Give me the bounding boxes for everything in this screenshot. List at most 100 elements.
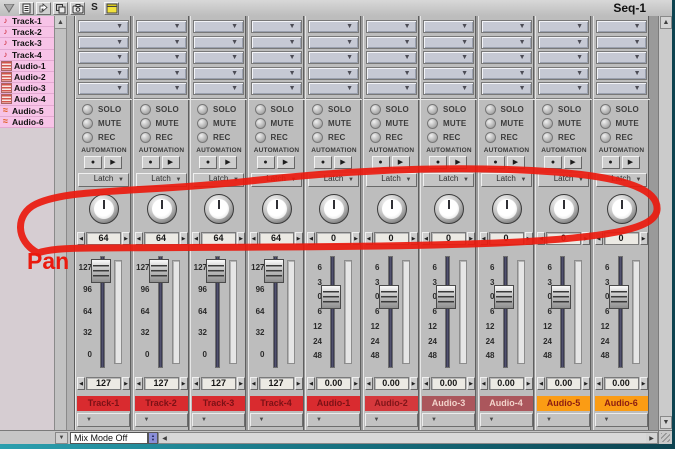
- insert-slot-dropdown[interactable]: ▼: [251, 51, 302, 64]
- mute-button[interactable]: [140, 118, 151, 129]
- mute-button[interactable]: [255, 118, 266, 129]
- pan-value[interactable]: 0: [489, 232, 524, 245]
- pan-knob[interactable]: [549, 194, 579, 224]
- volume-increment-icon[interactable]: ▶: [525, 377, 533, 390]
- automation-write-button[interactable]: ●: [487, 156, 505, 169]
- insert-slot-dropdown[interactable]: ▼: [596, 36, 647, 49]
- automation-read-button[interactable]: ▶: [507, 156, 525, 169]
- strip-track-name[interactable]: Audio-4: [480, 396, 533, 411]
- pan-value[interactable]: 64: [86, 232, 121, 245]
- document-icon[interactable]: [19, 2, 34, 15]
- insert-slot-dropdown[interactable]: ▼: [136, 67, 187, 80]
- pan-value[interactable]: 64: [201, 232, 236, 245]
- insert-slot-dropdown[interactable]: ▼: [78, 51, 129, 64]
- sidebar-track-item[interactable]: ≈ Audio-5: [0, 106, 54, 117]
- output-dropdown[interactable]: ▼: [480, 413, 533, 427]
- insert-slot-dropdown[interactable]: ▼: [136, 36, 187, 49]
- volume-value[interactable]: 127: [86, 377, 121, 390]
- sidebar-track-item[interactable]: Audio-2: [0, 72, 54, 83]
- insert-slot-dropdown[interactable]: ▼: [366, 82, 417, 95]
- volume-value[interactable]: 127: [144, 377, 179, 390]
- mute-button[interactable]: [427, 118, 438, 129]
- rec-button[interactable]: [542, 132, 553, 143]
- automation-read-button[interactable]: ▶: [334, 156, 352, 169]
- insert-slot-dropdown[interactable]: ▼: [78, 36, 129, 49]
- pan-increment-icon[interactable]: ▶: [352, 232, 360, 245]
- fader-handle[interactable]: [321, 285, 341, 309]
- automation-write-button[interactable]: ●: [257, 156, 275, 169]
- insert-slot-dropdown[interactable]: ▼: [308, 36, 359, 49]
- volume-increment-icon[interactable]: ▶: [410, 377, 418, 390]
- snap-button[interactable]: S: [87, 2, 102, 15]
- output-dropdown[interactable]: ▼: [365, 413, 418, 427]
- volume-decrement-icon[interactable]: ◀: [422, 377, 430, 390]
- insert-slot-dropdown[interactable]: ▼: [481, 67, 532, 80]
- output-dropdown[interactable]: ▼: [135, 413, 188, 427]
- fader-track[interactable]: [445, 256, 450, 368]
- automation-read-button[interactable]: ▶: [392, 156, 410, 169]
- sidebar-track-item[interactable]: ♪ Track-1: [0, 16, 54, 27]
- volume-decrement-icon[interactable]: ◀: [307, 377, 315, 390]
- automation-mode-dropdown[interactable]: Latch ▼: [538, 173, 589, 187]
- pan-decrement-icon[interactable]: ◀: [365, 232, 373, 245]
- automation-write-button[interactable]: ●: [602, 156, 620, 169]
- output-dropdown[interactable]: ▼: [192, 413, 245, 427]
- volume-value[interactable]: 0.00: [316, 377, 351, 390]
- fader-track[interactable]: [618, 256, 623, 368]
- volume-increment-icon[interactable]: ▶: [237, 377, 245, 390]
- volume-value[interactable]: 127: [201, 377, 236, 390]
- fader-track[interactable]: [388, 256, 393, 368]
- sidebar-track-item[interactable]: ♪ Track-2: [0, 27, 54, 38]
- rec-button[interactable]: [82, 132, 93, 143]
- output-dropdown[interactable]: ▼: [307, 413, 360, 427]
- pan-increment-icon[interactable]: ▶: [180, 232, 188, 245]
- automation-mode-dropdown[interactable]: Latch ▼: [366, 173, 417, 187]
- solo-button[interactable]: [370, 104, 381, 115]
- pan-decrement-icon[interactable]: ◀: [537, 232, 545, 245]
- volume-value[interactable]: 0.00: [431, 377, 466, 390]
- pan-knob[interactable]: [377, 194, 407, 224]
- insert-slot-dropdown[interactable]: ▼: [78, 67, 129, 80]
- pan-knob[interactable]: [262, 194, 292, 224]
- volume-increment-icon[interactable]: ▶: [122, 377, 130, 390]
- automation-write-button[interactable]: ●: [544, 156, 562, 169]
- insert-slot-dropdown[interactable]: ▼: [193, 20, 244, 33]
- insert-slot-dropdown[interactable]: ▼: [136, 51, 187, 64]
- insert-slot-dropdown[interactable]: ▼: [193, 82, 244, 95]
- pan-value[interactable]: 64: [144, 232, 179, 245]
- rec-button[interactable]: [140, 132, 151, 143]
- sidebar-track-item[interactable]: ≈ Audio-6: [0, 117, 54, 128]
- mute-button[interactable]: [600, 118, 611, 129]
- insert-slot-dropdown[interactable]: ▼: [251, 67, 302, 80]
- insert-slot-dropdown[interactable]: ▼: [193, 51, 244, 64]
- fader-handle[interactable]: [551, 285, 571, 309]
- volume-decrement-icon[interactable]: ◀: [192, 377, 200, 390]
- volume-decrement-icon[interactable]: ◀: [537, 377, 545, 390]
- pan-decrement-icon[interactable]: ◀: [250, 232, 258, 245]
- automation-read-button[interactable]: ▶: [622, 156, 640, 169]
- insert-slot-dropdown[interactable]: ▼: [251, 82, 302, 95]
- fader-track[interactable]: [560, 256, 565, 368]
- pan-knob[interactable]: [434, 194, 464, 224]
- strip-track-name[interactable]: Track-4: [250, 396, 303, 411]
- volume-value[interactable]: 0.00: [374, 377, 409, 390]
- pan-value[interactable]: 0: [374, 232, 409, 245]
- automation-write-button[interactable]: ●: [314, 156, 332, 169]
- volume-increment-icon[interactable]: ▶: [352, 377, 360, 390]
- rec-button[interactable]: [427, 132, 438, 143]
- volume-increment-icon[interactable]: ▶: [582, 377, 590, 390]
- volume-value[interactable]: 0.00: [546, 377, 581, 390]
- pan-increment-icon[interactable]: ▶: [237, 232, 245, 245]
- rec-button[interactable]: [370, 132, 381, 143]
- vertical-scrollbar[interactable]: ▲ ▼: [658, 16, 672, 430]
- insert-slot-dropdown[interactable]: ▼: [538, 67, 589, 80]
- volume-increment-icon[interactable]: ▶: [467, 377, 475, 390]
- track-list-scrollbar[interactable]: ▲: [55, 16, 67, 430]
- automation-mode-dropdown[interactable]: Latch ▼: [136, 173, 187, 187]
- pan-value[interactable]: 64: [259, 232, 294, 245]
- pan-value[interactable]: 0: [604, 232, 639, 245]
- horizontal-scrollbar[interactable]: ◀ ▶: [158, 432, 658, 444]
- fader-track[interactable]: [503, 256, 508, 368]
- insert-slot-dropdown[interactable]: ▼: [596, 51, 647, 64]
- strip-track-name[interactable]: Track-1: [77, 396, 130, 411]
